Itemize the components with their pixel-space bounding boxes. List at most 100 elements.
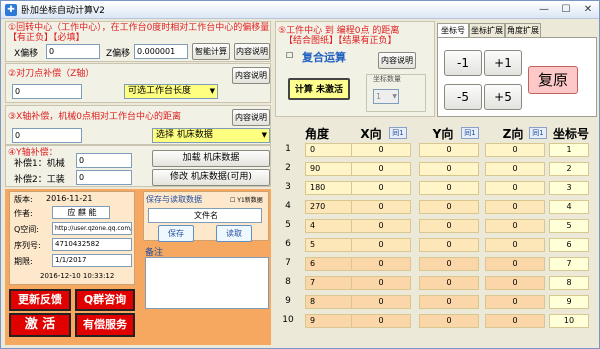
x-comp-input[interactable]: 0 bbox=[12, 128, 82, 143]
angle-cell[interactable]: 0 bbox=[305, 143, 355, 157]
coord-count-select[interactable]: 1 ▼ bbox=[373, 89, 399, 104]
z-cell[interactable]: 0 bbox=[485, 257, 545, 271]
y-cell[interactable]: 0 bbox=[419, 219, 479, 233]
coord-number-cell[interactable]: 6 bbox=[549, 238, 589, 252]
angle-cell[interactable]: 9 bbox=[305, 314, 355, 328]
coord-number-cell[interactable]: 5 bbox=[549, 219, 589, 233]
calculate-button[interactable]: 计算 未激活 bbox=[288, 78, 350, 100]
tab-angle-extend[interactable]: 角度扩展 bbox=[505, 23, 541, 37]
coord-number-cell[interactable]: 7 bbox=[549, 257, 589, 271]
minimize-button[interactable]: — bbox=[537, 3, 551, 16]
angle-cell[interactable]: 6 bbox=[305, 257, 355, 271]
coord-number-cell[interactable]: 10 bbox=[549, 314, 589, 328]
close-button[interactable]: ✕ bbox=[581, 3, 595, 16]
angle-cell[interactable]: 4 bbox=[305, 219, 355, 233]
reset-button[interactable]: 复原 bbox=[528, 66, 578, 94]
activate-button[interactable]: 激 活 bbox=[9, 313, 71, 337]
note-textarea[interactable] bbox=[145, 257, 269, 309]
y-cell[interactable]: 0 bbox=[419, 181, 479, 195]
y-cell[interactable]: 0 bbox=[419, 143, 479, 157]
minus5-button[interactable]: -5 bbox=[444, 84, 482, 110]
qq-group-button[interactable]: Q群咨询 bbox=[75, 289, 135, 311]
z-cell[interactable]: 0 bbox=[485, 276, 545, 290]
z-cell[interactable]: 0 bbox=[485, 181, 545, 195]
tab-coord-extend[interactable]: 坐标扩展 bbox=[469, 23, 505, 37]
x-offset-input[interactable]: 0 bbox=[46, 44, 100, 59]
y-comp1-label: 补偿1：机械 bbox=[14, 159, 65, 169]
tool-comp-input[interactable]: 0 bbox=[12, 84, 82, 99]
load-machine-data-button[interactable]: 加载 机床数据 bbox=[152, 150, 270, 167]
z-cell[interactable]: 0 bbox=[485, 162, 545, 176]
paid-service-button[interactable]: 有偿服务 bbox=[75, 313, 135, 337]
coord-number-cell[interactable]: 4 bbox=[549, 200, 589, 214]
table-length-select[interactable]: 可选工作台长度 ▼ bbox=[124, 84, 218, 99]
x-cell[interactable]: 0 bbox=[351, 314, 411, 328]
plus1-button[interactable]: +1 bbox=[484, 50, 522, 76]
angle-cell[interactable]: 180 bbox=[305, 181, 355, 195]
x-cell[interactable]: 0 bbox=[351, 276, 411, 290]
machine-data-select[interactable]: 选择 机床数据 ▼ bbox=[152, 128, 270, 143]
version-label: 版本: bbox=[14, 195, 33, 204]
program-zero-subtitle: 【结合图纸】【结果有正负】 bbox=[284, 36, 397, 46]
tab-coord-number[interactable]: 坐标号 bbox=[437, 23, 469, 38]
plus5-button[interactable]: +5 bbox=[484, 84, 522, 110]
machine-data-select-value: 选择 机床数据 bbox=[156, 130, 213, 140]
coord-number-cell[interactable]: 9 bbox=[549, 295, 589, 309]
y-cell[interactable]: 0 bbox=[419, 295, 479, 309]
y-comp1-input[interactable]: 0 bbox=[76, 153, 132, 168]
y-cell[interactable]: 0 bbox=[419, 200, 479, 214]
x-cell[interactable]: 0 bbox=[351, 219, 411, 233]
maximize-button[interactable]: ☐ bbox=[559, 3, 573, 16]
row-number: 4 bbox=[285, 201, 291, 211]
y-cell[interactable]: 0 bbox=[419, 314, 479, 328]
filename-input[interactable]: 文件名 bbox=[148, 208, 262, 223]
coord-number-cell[interactable]: 2 bbox=[549, 162, 589, 176]
y-comp2-label: 补偿2：工装 bbox=[14, 175, 65, 185]
y-cell[interactable]: 0 bbox=[419, 238, 479, 252]
z-offset-input[interactable]: 0.000001 bbox=[134, 44, 188, 59]
z-cell[interactable]: 0 bbox=[485, 295, 545, 309]
y-comp2-input[interactable]: 0 bbox=[76, 170, 132, 185]
z-cell[interactable]: 0 bbox=[485, 200, 545, 214]
x-comp-explain-button[interactable]: 内容说明 bbox=[232, 109, 270, 126]
angle-cell[interactable]: 90 bbox=[305, 162, 355, 176]
x-cell[interactable]: 0 bbox=[351, 162, 411, 176]
z-cell[interactable]: 0 bbox=[485, 238, 545, 252]
program-zero-explain-button[interactable]: 内容说明 bbox=[378, 52, 416, 69]
x-cell[interactable]: 0 bbox=[351, 295, 411, 309]
x-cell[interactable]: 0 bbox=[351, 238, 411, 252]
window-title: 卧加坐标自动计算V2 bbox=[21, 6, 105, 16]
read-button[interactable]: 读取 bbox=[216, 225, 252, 242]
x-cell[interactable]: 0 bbox=[351, 143, 411, 157]
y-compensation-panel: ④Y轴补偿： 补偿1：机械 0 补偿2：工装 0 加载 机床数据 修改 机床数据… bbox=[5, 145, 271, 187]
app-icon: ✚ bbox=[5, 3, 17, 16]
x-cell[interactable]: 0 bbox=[351, 200, 411, 214]
coord-number-cell[interactable]: 3 bbox=[549, 181, 589, 195]
minus1-button[interactable]: -1 bbox=[444, 50, 482, 76]
x-cell[interactable]: 0 bbox=[351, 181, 411, 195]
new-data-checkbox[interactable]: ☐ Y1新数据 bbox=[230, 195, 263, 204]
y-same-button[interactable]: 同1 bbox=[461, 127, 479, 139]
angle-cell[interactable]: 270 bbox=[305, 200, 355, 214]
x-cell[interactable]: 0 bbox=[351, 257, 411, 271]
save-button[interactable]: 保存 bbox=[158, 225, 194, 242]
z-cell[interactable]: 0 bbox=[485, 219, 545, 233]
y-cell[interactable]: 0 bbox=[419, 162, 479, 176]
tool-comp-explain-button[interactable]: 内容说明 bbox=[232, 67, 270, 84]
z-cell[interactable]: 0 bbox=[485, 143, 545, 157]
smart-calc-button[interactable]: 智能计算 bbox=[192, 43, 230, 60]
modify-machine-data-button[interactable]: 修改 机床数据(可用) bbox=[152, 169, 270, 186]
y-cell[interactable]: 0 bbox=[419, 257, 479, 271]
angle-cell[interactable]: 7 bbox=[305, 276, 355, 290]
composite-checkbox[interactable]: ☐ bbox=[286, 51, 293, 60]
angle-cell[interactable]: 8 bbox=[305, 295, 355, 309]
x-same-button[interactable]: 同1 bbox=[389, 127, 407, 139]
save-read-title: 保存与读取数据 bbox=[146, 195, 202, 204]
coord-number-cell[interactable]: 8 bbox=[549, 276, 589, 290]
z-cell[interactable]: 0 bbox=[485, 314, 545, 328]
offset-explain-button[interactable]: 内容说明 bbox=[234, 43, 270, 60]
y-cell[interactable]: 0 bbox=[419, 276, 479, 290]
feedback-button[interactable]: 更新反馈 bbox=[9, 289, 71, 311]
coord-number-cell[interactable]: 1 bbox=[549, 143, 589, 157]
angle-cell[interactable]: 5 bbox=[305, 238, 355, 252]
